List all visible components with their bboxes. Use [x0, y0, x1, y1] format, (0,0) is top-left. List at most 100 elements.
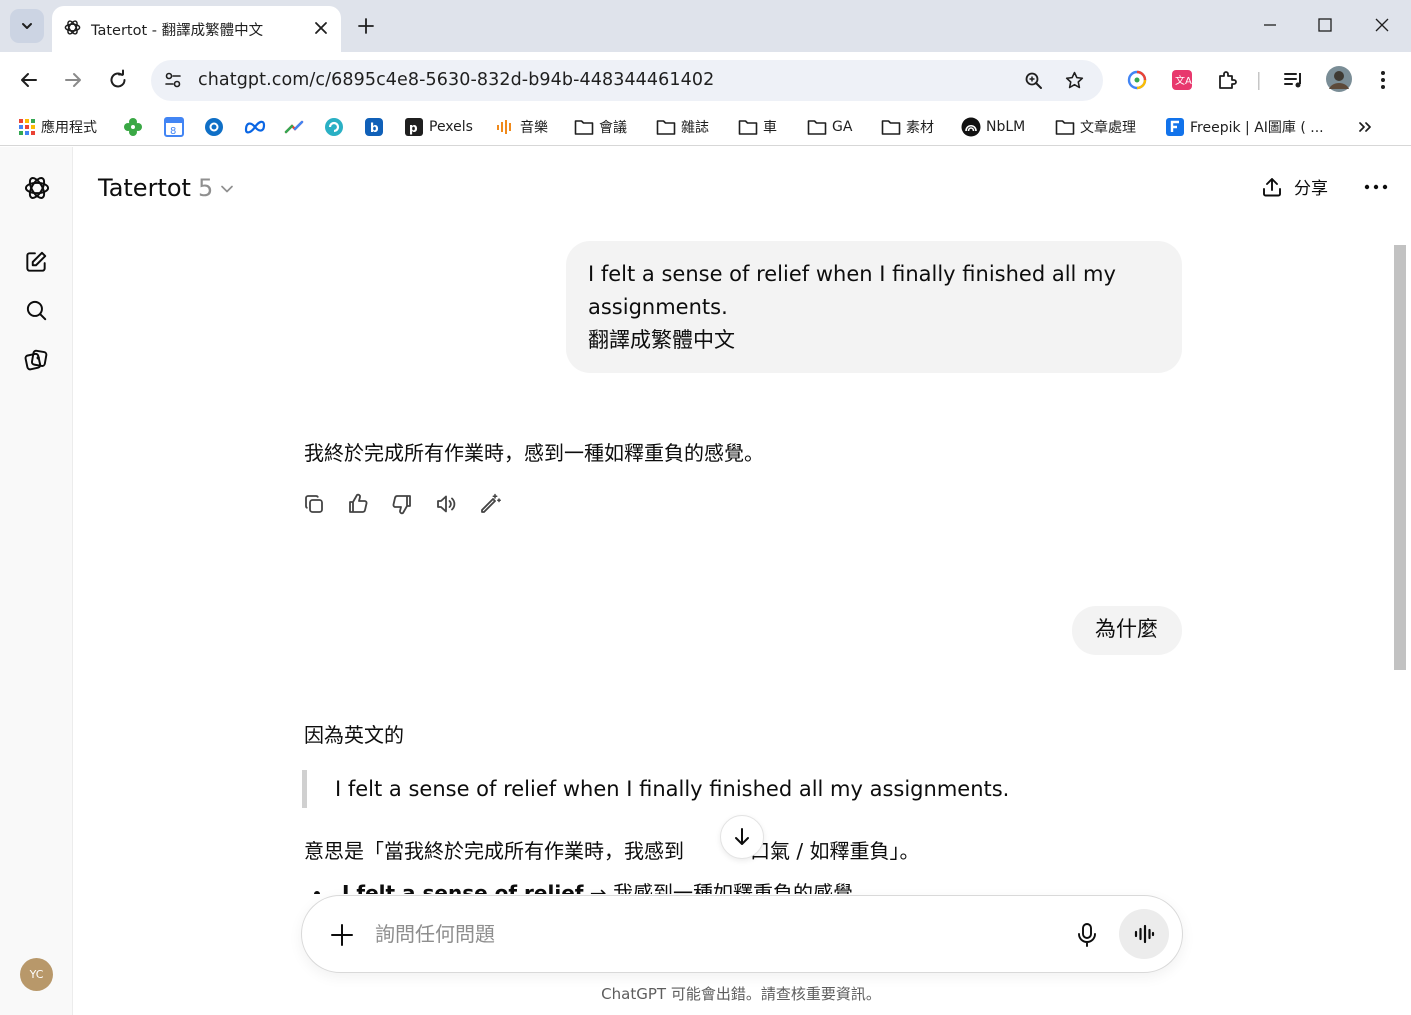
scroll-to-bottom-button[interactable]	[720, 815, 764, 859]
edit-wand-icon[interactable]	[478, 492, 502, 516]
bookmark-label: Pexels	[429, 119, 473, 135]
meta-icon	[244, 117, 266, 137]
thumbs-up-icon[interactable]	[346, 492, 370, 516]
more-bookmarks-chevron-icon[interactable]	[1357, 117, 1373, 137]
model-selector[interactable]: Tatertot 5	[98, 174, 234, 202]
apps-grid-icon	[18, 118, 36, 136]
bookmark-label: GA	[832, 119, 853, 135]
arrow-down-icon	[731, 826, 753, 848]
bookmark-freepik[interactable]: Freepik | AI圖庫 ( ...	[1165, 117, 1324, 137]
back-arrow-icon[interactable]	[18, 69, 40, 91]
prompt-input[interactable]	[375, 916, 1015, 952]
close-icon[interactable]	[312, 19, 330, 37]
bookmark-b-app[interactable]: b	[364, 117, 384, 137]
user-message-text: 翻譯成繁體中文	[588, 328, 735, 352]
browser-toolbar: chatgpt.com/c/6895c4e8-5630-832d-b94b-44…	[0, 52, 1411, 108]
chrome-menu-icon[interactable]	[1373, 69, 1393, 91]
extensions-puzzle-icon[interactable]	[1216, 69, 1238, 91]
maximize-icon[interactable]	[1317, 17, 1333, 33]
active-tab[interactable]: Tatertot - 翻譯成繁體中文	[52, 6, 341, 52]
assistant-meaning-part: 意思是「當我終於完成所有作業時，我感到	[304, 839, 684, 863]
assistant-bullet: I felt a sense of relief → 我感到一種如釋重負的感覺	[314, 877, 853, 894]
composer	[301, 895, 1183, 973]
bookmark-meta[interactable]	[244, 117, 266, 137]
new-tab-plus-icon[interactable]	[355, 15, 377, 37]
svg-text:p: p	[409, 121, 418, 135]
bookmark-folder-car[interactable]: 車	[738, 117, 777, 137]
bookmark-music[interactable]: 音樂	[495, 117, 548, 137]
search-icon[interactable]	[23, 297, 49, 323]
user-message-text: I felt a sense of relief when I finally …	[588, 262, 1116, 319]
folder-icon	[881, 118, 901, 136]
bookmark-folder-articles[interactable]: 文章處理	[1055, 117, 1136, 137]
tab-title: Tatertot - 翻譯成繁體中文	[91, 23, 264, 39]
more-options-icon[interactable]	[1364, 184, 1388, 190]
google-lens-extension-icon[interactable]	[1126, 69, 1148, 91]
tab-search-button[interactable]	[10, 9, 44, 43]
bookmark-clover[interactable]	[123, 117, 143, 137]
b-app-icon: b	[364, 117, 384, 137]
plus-icon[interactable]	[329, 922, 355, 948]
chatgpt-app: YC Tatertot 5 分享 I felt a sense of relie…	[0, 147, 1411, 1015]
bookmark-label: 應用程式	[41, 120, 97, 136]
zoom-icon[interactable]	[1024, 71, 1044, 91]
svg-text:8: 8	[170, 126, 176, 137]
disclaimer-text: ChatGPT 可能會出錯。請查核重要資訊。	[601, 985, 881, 1003]
bookmark-calendar[interactable]: 8	[164, 117, 184, 137]
ring-icon	[204, 117, 224, 137]
model-version: 5	[197, 174, 214, 202]
minimize-icon[interactable]	[1262, 17, 1278, 33]
openai-logo-icon[interactable]	[23, 174, 51, 202]
url-text[interactable]: chatgpt.com/c/6895c4e8-5630-832d-b94b-44…	[198, 70, 714, 90]
bookmark-folder-ga[interactable]: GA	[807, 117, 852, 137]
user-message-text: 為什麼	[1095, 617, 1158, 641]
media-control-icon[interactable]	[1283, 69, 1305, 91]
new-chat-icon[interactable]	[23, 249, 49, 275]
microphone-icon[interactable]	[1075, 922, 1099, 948]
swirl-icon	[324, 117, 344, 137]
bookmark-ring[interactable]	[204, 117, 224, 137]
voice-mode-button[interactable]	[1119, 909, 1169, 959]
svg-text:文A: 文A	[1175, 74, 1192, 87]
music-icon	[495, 117, 515, 137]
share-button[interactable]: 分享	[1260, 174, 1328, 199]
conversation-header: Tatertot 5 分享	[74, 147, 1411, 227]
chevron-down-icon	[220, 182, 234, 196]
bookmark-label: NbLM	[986, 119, 1026, 135]
folder-icon	[574, 118, 594, 136]
address-bar[interactable]: chatgpt.com/c/6895c4e8-5630-832d-b94b-44…	[151, 60, 1103, 101]
freepik-icon	[1165, 117, 1185, 137]
scrollbar-thumb[interactable]	[1394, 245, 1406, 670]
folder-icon	[738, 118, 758, 136]
pexels-icon: p	[404, 117, 424, 137]
bookmark-swirl[interactable]	[324, 117, 344, 137]
window-close-icon[interactable]	[1374, 17, 1390, 33]
profile-avatar[interactable]	[1326, 66, 1352, 92]
copy-icon[interactable]	[302, 492, 326, 516]
bookmark-apps[interactable]: 應用程式	[18, 117, 97, 137]
bookmark-pexels[interactable]: p Pexels	[404, 117, 473, 137]
share-label: 分享	[1294, 179, 1328, 199]
bookmark-folder-magazine[interactable]: 雜誌	[656, 117, 709, 137]
bookmark-folder-material[interactable]: 素材	[881, 117, 934, 137]
voice-waveform-icon	[1132, 922, 1156, 946]
bookmark-nblm[interactable]: NbLM	[961, 117, 1025, 137]
reload-icon[interactable]	[107, 69, 129, 91]
trend-icon	[284, 117, 304, 137]
bookmark-label: 音樂	[520, 120, 548, 136]
translate-extension-icon[interactable]: 文A	[1171, 69, 1193, 91]
thumbs-down-icon[interactable]	[390, 492, 414, 516]
site-settings-icon[interactable]	[163, 70, 183, 90]
bookmark-trend[interactable]	[284, 117, 304, 137]
assistant-intro: 因為英文的	[304, 723, 404, 747]
assistant-message: 我終於完成所有作業時，感到一種如釋重負的感覺。	[304, 441, 764, 465]
model-name: Tatertot	[98, 174, 191, 202]
bookmark-star-icon[interactable]	[1064, 70, 1085, 91]
bookmark-folder-meeting[interactable]: 會議	[574, 117, 627, 137]
forward-arrow-icon[interactable]	[62, 69, 84, 91]
bullet-dot	[314, 891, 320, 894]
library-images-icon[interactable]	[23, 347, 49, 373]
read-aloud-icon[interactable]	[434, 492, 458, 516]
bookmark-label: 文章處理	[1080, 120, 1136, 136]
toolbar-divider	[1258, 72, 1260, 90]
